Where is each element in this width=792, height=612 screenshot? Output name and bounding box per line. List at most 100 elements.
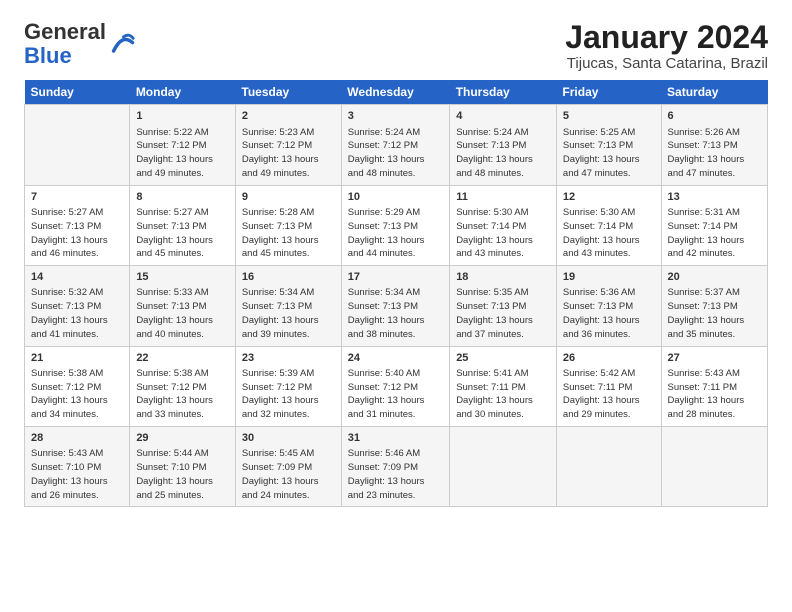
- calendar-table: SundayMondayTuesdayWednesdayThursdayFrid…: [24, 80, 768, 507]
- cell-info: Sunrise: 5:33 AM Sunset: 7:13 PM Dayligh…: [136, 286, 229, 341]
- day-number: 29: [136, 431, 229, 446]
- cell-info: Sunrise: 5:41 AM Sunset: 7:11 PM Dayligh…: [456, 367, 550, 422]
- calendar-cell: 26Sunrise: 5:42 AM Sunset: 7:11 PM Dayli…: [556, 346, 661, 426]
- calendar-cell: 24Sunrise: 5:40 AM Sunset: 7:12 PM Dayli…: [341, 346, 449, 426]
- cell-info: Sunrise: 5:30 AM Sunset: 7:14 PM Dayligh…: [456, 206, 550, 261]
- calendar-cell: 6 Sunrise: 5:26 AM Sunset: 7:13 PM Daylig…: [661, 105, 767, 185]
- cell-info: Sunrise: 5:28 AM Sunset: 7:13 PM Dayligh…: [242, 206, 335, 261]
- calendar-cell: 7Sunrise: 5:27 AM Sunset: 7:13 PM Daylig…: [25, 185, 130, 265]
- day-number: 3: [348, 109, 443, 124]
- logo-blue: Blue: [24, 43, 72, 68]
- page: General Blue January 2024 Tijucas, Santa…: [0, 0, 792, 612]
- day-number: 15: [136, 270, 229, 285]
- location: Tijucas, Santa Catarina, Brazil: [565, 55, 768, 72]
- calendar-cell: [25, 105, 130, 185]
- day-number: 1: [136, 109, 229, 124]
- day-number: 17: [348, 270, 443, 285]
- calendar-cell: 23Sunrise: 5:39 AM Sunset: 7:12 PM Dayli…: [235, 346, 341, 426]
- week-row-0: 1 Sunrise: 5:22 AM Sunset: 7:12 PM Daylig…: [25, 105, 768, 185]
- day-number: 21: [31, 351, 123, 366]
- calendar-cell: 9Sunrise: 5:28 AM Sunset: 7:13 PM Daylig…: [235, 185, 341, 265]
- calendar-cell: [661, 427, 767, 507]
- week-row-1: 7 Sunrise: 5:27 AM Sunset: 7:13 PM Daylig…: [25, 185, 768, 265]
- day-number: 30: [242, 431, 335, 446]
- calendar-cell: 11Sunrise: 5:30 AM Sunset: 7:14 PM Dayli…: [450, 185, 557, 265]
- calendar-cell: 20Sunrise: 5:37 AM Sunset: 7:13 PM Dayli…: [661, 266, 767, 346]
- cell-info: Sunrise: 5:27 AM Sunset: 7:13 PM Dayligh…: [136, 206, 229, 261]
- cell-info: Sunrise: 5:36 AM Sunset: 7:13 PM Dayligh…: [563, 286, 655, 341]
- day-header-thursday: Thursday: [450, 80, 557, 105]
- logo-icon: [108, 30, 136, 58]
- calendar-cell: 1 Sunrise: 5:22 AM Sunset: 7:12 PM Daylig…: [130, 105, 236, 185]
- cell-info: Sunrise: 5:31 AM Sunset: 7:14 PM Dayligh…: [668, 206, 761, 261]
- day-number: 11: [456, 190, 550, 205]
- calendar-cell: 3 Sunrise: 5:24 AM Sunset: 7:12 PM Daylig…: [341, 105, 449, 185]
- week-row-3: 21Sunrise: 5:38 AM Sunset: 7:12 PM Dayli…: [25, 346, 768, 426]
- day-number: 10: [348, 190, 443, 205]
- calendar-cell: 30Sunrise: 5:45 AM Sunset: 7:09 PM Dayli…: [235, 427, 341, 507]
- day-number: 23: [242, 351, 335, 366]
- day-number: 16: [242, 270, 335, 285]
- day-header-saturday: Saturday: [661, 80, 767, 105]
- calendar-cell: 13Sunrise: 5:31 AM Sunset: 7:14 PM Dayli…: [661, 185, 767, 265]
- day-header-friday: Friday: [556, 80, 661, 105]
- day-number: 4: [456, 109, 550, 124]
- cell-info: Sunrise: 5:22 AM Sunset: 7:12 PM Dayligh…: [136, 126, 229, 181]
- cell-info: Sunrise: 5:38 AM Sunset: 7:12 PM Dayligh…: [136, 367, 229, 422]
- day-header-monday: Monday: [130, 80, 236, 105]
- cell-info: Sunrise: 5:29 AM Sunset: 7:13 PM Dayligh…: [348, 206, 443, 261]
- cell-info: Sunrise: 5:26 AM Sunset: 7:13 PM Dayligh…: [668, 126, 761, 181]
- month-year: January 2024: [565, 20, 768, 55]
- cell-info: Sunrise: 5:24 AM Sunset: 7:12 PM Dayligh…: [348, 126, 443, 181]
- day-number: 6: [668, 109, 761, 124]
- header-row: SundayMondayTuesdayWednesdayThursdayFrid…: [25, 80, 768, 105]
- calendar-cell: 28Sunrise: 5:43 AM Sunset: 7:10 PM Dayli…: [25, 427, 130, 507]
- cell-info: Sunrise: 5:45 AM Sunset: 7:09 PM Dayligh…: [242, 447, 335, 502]
- day-number: 12: [563, 190, 655, 205]
- cell-info: Sunrise: 5:43 AM Sunset: 7:10 PM Dayligh…: [31, 447, 123, 502]
- calendar-cell: 22Sunrise: 5:38 AM Sunset: 7:12 PM Dayli…: [130, 346, 236, 426]
- calendar-cell: 27Sunrise: 5:43 AM Sunset: 7:11 PM Dayli…: [661, 346, 767, 426]
- calendar-cell: 17Sunrise: 5:34 AM Sunset: 7:13 PM Dayli…: [341, 266, 449, 346]
- day-number: 8: [136, 190, 229, 205]
- cell-info: Sunrise: 5:42 AM Sunset: 7:11 PM Dayligh…: [563, 367, 655, 422]
- logo-text: General Blue: [24, 20, 106, 68]
- calendar-cell: 14Sunrise: 5:32 AM Sunset: 7:13 PM Dayli…: [25, 266, 130, 346]
- calendar-cell: 5Sunrise: 5:25 AM Sunset: 7:13 PM Daylig…: [556, 105, 661, 185]
- cell-info: Sunrise: 5:46 AM Sunset: 7:09 PM Dayligh…: [348, 447, 443, 502]
- day-number: 9: [242, 190, 335, 205]
- calendar-cell: 2Sunrise: 5:23 AM Sunset: 7:12 PM Daylig…: [235, 105, 341, 185]
- cell-info: Sunrise: 5:37 AM Sunset: 7:13 PM Dayligh…: [668, 286, 761, 341]
- calendar-cell: 4Sunrise: 5:24 AM Sunset: 7:13 PM Daylig…: [450, 105, 557, 185]
- cell-info: Sunrise: 5:43 AM Sunset: 7:11 PM Dayligh…: [668, 367, 761, 422]
- day-number: 18: [456, 270, 550, 285]
- cell-info: Sunrise: 5:23 AM Sunset: 7:12 PM Dayligh…: [242, 126, 335, 181]
- day-number: 27: [668, 351, 761, 366]
- cell-info: Sunrise: 5:32 AM Sunset: 7:13 PM Dayligh…: [31, 286, 123, 341]
- day-number: 5: [563, 109, 655, 124]
- cell-info: Sunrise: 5:39 AM Sunset: 7:12 PM Dayligh…: [242, 367, 335, 422]
- calendar-cell: 25Sunrise: 5:41 AM Sunset: 7:11 PM Dayli…: [450, 346, 557, 426]
- day-number: 14: [31, 270, 123, 285]
- cell-info: Sunrise: 5:40 AM Sunset: 7:12 PM Dayligh…: [348, 367, 443, 422]
- calendar-cell: 16Sunrise: 5:34 AM Sunset: 7:13 PM Dayli…: [235, 266, 341, 346]
- cell-info: Sunrise: 5:38 AM Sunset: 7:12 PM Dayligh…: [31, 367, 123, 422]
- calendar-cell: 8Sunrise: 5:27 AM Sunset: 7:13 PM Daylig…: [130, 185, 236, 265]
- day-number: 24: [348, 351, 443, 366]
- day-number: 7: [31, 190, 123, 205]
- week-row-2: 14Sunrise: 5:32 AM Sunset: 7:13 PM Dayli…: [25, 266, 768, 346]
- day-number: 22: [136, 351, 229, 366]
- calendar-cell: 15Sunrise: 5:33 AM Sunset: 7:13 PM Dayli…: [130, 266, 236, 346]
- calendar-cell: 10Sunrise: 5:29 AM Sunset: 7:13 PM Dayli…: [341, 185, 449, 265]
- logo: General Blue: [24, 20, 136, 68]
- week-row-4: 28Sunrise: 5:43 AM Sunset: 7:10 PM Dayli…: [25, 427, 768, 507]
- cell-info: Sunrise: 5:30 AM Sunset: 7:14 PM Dayligh…: [563, 206, 655, 261]
- cell-info: Sunrise: 5:35 AM Sunset: 7:13 PM Dayligh…: [456, 286, 550, 341]
- day-number: 28: [31, 431, 123, 446]
- cell-info: Sunrise: 5:34 AM Sunset: 7:13 PM Dayligh…: [348, 286, 443, 341]
- day-number: 31: [348, 431, 443, 446]
- day-number: 13: [668, 190, 761, 205]
- calendar-cell: [556, 427, 661, 507]
- day-header-tuesday: Tuesday: [235, 80, 341, 105]
- calendar-cell: 29Sunrise: 5:44 AM Sunset: 7:10 PM Dayli…: [130, 427, 236, 507]
